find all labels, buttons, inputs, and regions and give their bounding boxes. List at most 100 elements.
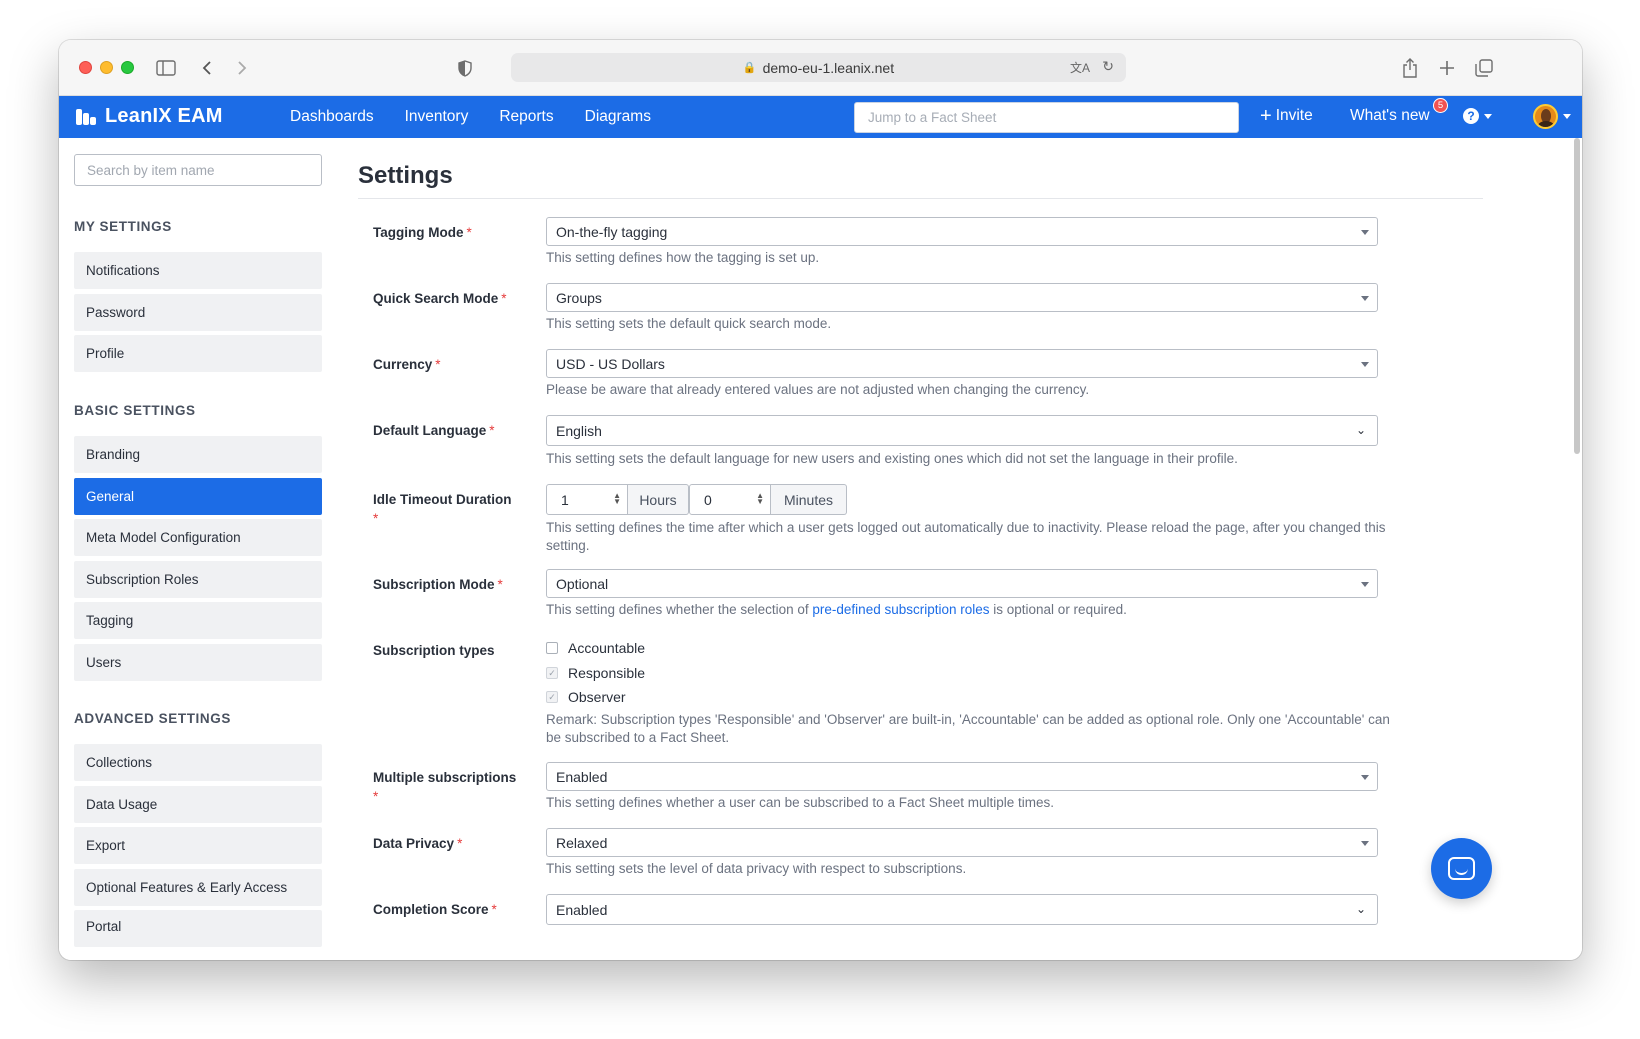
page-scrollbar[interactable] bbox=[1574, 138, 1580, 454]
back-icon[interactable] bbox=[202, 56, 212, 80]
browser-window: 🔒 demo-eu-1.leanix.net 文A ↻ LeanIX EAM D… bbox=[59, 40, 1582, 960]
sidebar-item-tagging[interactable]: Tagging bbox=[74, 602, 322, 639]
currency-help: Please be aware that already entered val… bbox=[546, 382, 1090, 397]
section-title-my-settings: MY SETTINGS bbox=[74, 219, 172, 234]
brand-logo[interactable]: LeanIX EAM bbox=[76, 105, 223, 128]
zoom-window-button[interactable] bbox=[121, 61, 134, 74]
caret-down-icon bbox=[1361, 230, 1369, 235]
checkbox-icon[interactable] bbox=[546, 642, 558, 654]
caret-down-icon bbox=[1361, 775, 1369, 780]
sidebar-item-subscription-roles[interactable]: Subscription Roles bbox=[74, 561, 322, 598]
idle-timeout-help: This setting defines the time after whic… bbox=[546, 520, 1386, 553]
chat-icon bbox=[1448, 857, 1475, 880]
lock-icon: 🔒 bbox=[742, 62, 757, 74]
default-language-value: English bbox=[556, 422, 602, 439]
multiple-subscriptions-label: Multiple subscriptions * bbox=[373, 770, 517, 804]
sidebar-item-password[interactable]: Password bbox=[74, 294, 322, 331]
minutes-addon: Minutes bbox=[771, 484, 847, 515]
sidebar-item-meta-model-configuration[interactable]: Meta Model Configuration bbox=[74, 519, 322, 556]
nav-inventory[interactable]: Inventory bbox=[405, 108, 469, 126]
tagging-mode-label: Tagging Mode * bbox=[373, 225, 472, 240]
sidebar-item-general[interactable]: General bbox=[74, 478, 322, 515]
stepper-icon[interactable]: ▲ ▼ bbox=[613, 492, 621, 506]
tab-overview-icon[interactable] bbox=[1475, 56, 1493, 80]
quick-search-mode-value: Groups bbox=[556, 289, 602, 306]
sidebar-item-collections[interactable]: Collections bbox=[74, 744, 322, 781]
user-menu-button[interactable] bbox=[1533, 104, 1571, 129]
quick-search-mode-label: Quick Search Mode * bbox=[373, 291, 507, 306]
data-privacy-help: This setting sets the level of data priv… bbox=[546, 861, 967, 876]
subscription-roles-link[interactable]: pre-defined subscription roles bbox=[812, 602, 989, 617]
chevron-down-icon: ⌄ bbox=[1355, 902, 1366, 916]
checkbox-responsible: ✓ Responsible bbox=[546, 665, 645, 681]
subscription-types-label: Subscription types bbox=[373, 643, 495, 658]
default-language-select[interactable]: English ⌄ bbox=[546, 415, 1378, 446]
page-title: Settings bbox=[358, 162, 453, 189]
completion-score-value: Enabled bbox=[556, 901, 608, 918]
share-icon[interactable] bbox=[1402, 56, 1418, 80]
leanix-logo-icon bbox=[76, 107, 96, 127]
divider bbox=[358, 198, 1483, 199]
app-header: LeanIX EAM Dashboards Inventory Reports … bbox=[59, 96, 1582, 138]
invite-button[interactable]: + Invite bbox=[1260, 105, 1313, 127]
sidebar-item-branding[interactable]: Branding bbox=[74, 436, 322, 473]
data-privacy-label: Data Privacy * bbox=[373, 836, 463, 851]
sidebar-item-optional-features[interactable]: Optional Features & Early Access bbox=[74, 869, 322, 906]
minimize-window-button[interactable] bbox=[100, 61, 113, 74]
caret-down-icon bbox=[1361, 841, 1369, 846]
sidebar-item-export[interactable]: Export bbox=[74, 827, 322, 864]
forward-icon[interactable] bbox=[237, 56, 247, 80]
section-title-basic-settings: BASIC SETTINGS bbox=[74, 403, 196, 418]
tagging-mode-value: On-the-fly tagging bbox=[556, 223, 668, 240]
brand-name: LeanIX EAM bbox=[105, 105, 223, 127]
data-privacy-value: Relaxed bbox=[556, 834, 608, 851]
section-title-advanced-settings: ADVANCED SETTINGS bbox=[74, 711, 231, 726]
close-window-button[interactable] bbox=[79, 61, 92, 74]
address-bar[interactable]: 🔒 demo-eu-1.leanix.net 文A ↻ bbox=[511, 53, 1126, 82]
stepper-icon[interactable]: ▲ ▼ bbox=[756, 492, 764, 506]
currency-select[interactable]: USD - US Dollars bbox=[546, 349, 1378, 378]
sidebar-item-portal[interactable]: Portal bbox=[74, 910, 322, 947]
idle-timeout-hours-input[interactable]: 1 ▲ ▼ bbox=[546, 484, 628, 515]
main-nav: Dashboards Inventory Reports Diagrams bbox=[290, 96, 682, 138]
privacy-shield-icon[interactable] bbox=[458, 56, 472, 80]
idle-timeout-label: Idle Timeout Duration * bbox=[373, 492, 512, 526]
sidebar-item-users[interactable]: Users bbox=[74, 644, 322, 681]
sidebar-item-notifications[interactable]: Notifications bbox=[74, 252, 322, 289]
url-text: demo-eu-1.leanix.net bbox=[762, 59, 895, 76]
subscription-types-remark: Remark: Subscription types 'Responsible'… bbox=[546, 712, 1390, 745]
browser-toolbar: 🔒 demo-eu-1.leanix.net 文A ↻ bbox=[59, 40, 1582, 96]
default-language-help: This setting sets the default language f… bbox=[546, 451, 1238, 466]
fact-sheet-search-input[interactable] bbox=[854, 102, 1239, 133]
caret-down-icon bbox=[1361, 296, 1369, 301]
sidebar-item-profile[interactable]: Profile bbox=[74, 335, 322, 372]
tagging-mode-select[interactable]: On-the-fly tagging bbox=[546, 217, 1378, 246]
help-menu-button[interactable]: ? bbox=[1463, 108, 1492, 124]
multiple-subscriptions-select[interactable]: Enabled bbox=[546, 762, 1378, 791]
quick-search-mode-select[interactable]: Groups bbox=[546, 283, 1378, 312]
completion-score-select[interactable]: Enabled ⌄ bbox=[546, 894, 1378, 925]
whats-new-link[interactable]: What's new bbox=[1350, 107, 1430, 125]
chat-launcher-button[interactable] bbox=[1431, 838, 1492, 899]
nav-diagrams[interactable]: Diagrams bbox=[585, 108, 651, 126]
new-tab-icon[interactable] bbox=[1439, 56, 1455, 80]
data-privacy-select[interactable]: Relaxed bbox=[546, 828, 1378, 857]
checkbox-accountable[interactable]: Accountable bbox=[546, 640, 645, 656]
currency-label: Currency * bbox=[373, 357, 441, 372]
subscription-mode-help: This setting defines whether the selecti… bbox=[546, 602, 1127, 617]
multiple-subscriptions-value: Enabled bbox=[556, 768, 608, 785]
reload-icon[interactable]: ↻ bbox=[1102, 58, 1114, 75]
caret-down-icon bbox=[1361, 582, 1369, 587]
translate-icon[interactable]: 文A bbox=[1070, 59, 1090, 76]
subscription-mode-select[interactable]: Optional bbox=[546, 569, 1378, 598]
nav-dashboards[interactable]: Dashboards bbox=[290, 108, 374, 126]
sidebar-toggle-icon[interactable] bbox=[156, 56, 176, 80]
tagging-mode-help: This setting defines how the tagging is … bbox=[546, 250, 820, 265]
checkbox-observer: ✓ Observer bbox=[546, 689, 626, 705]
invite-label: Invite bbox=[1275, 107, 1313, 124]
nav-reports[interactable]: Reports bbox=[499, 108, 553, 126]
plus-icon: + bbox=[1260, 105, 1272, 127]
sidebar-item-data-usage[interactable]: Data Usage bbox=[74, 786, 322, 823]
sidebar-search-input[interactable] bbox=[74, 154, 322, 186]
idle-timeout-minutes-input[interactable]: 0 ▲ ▼ bbox=[689, 484, 771, 515]
